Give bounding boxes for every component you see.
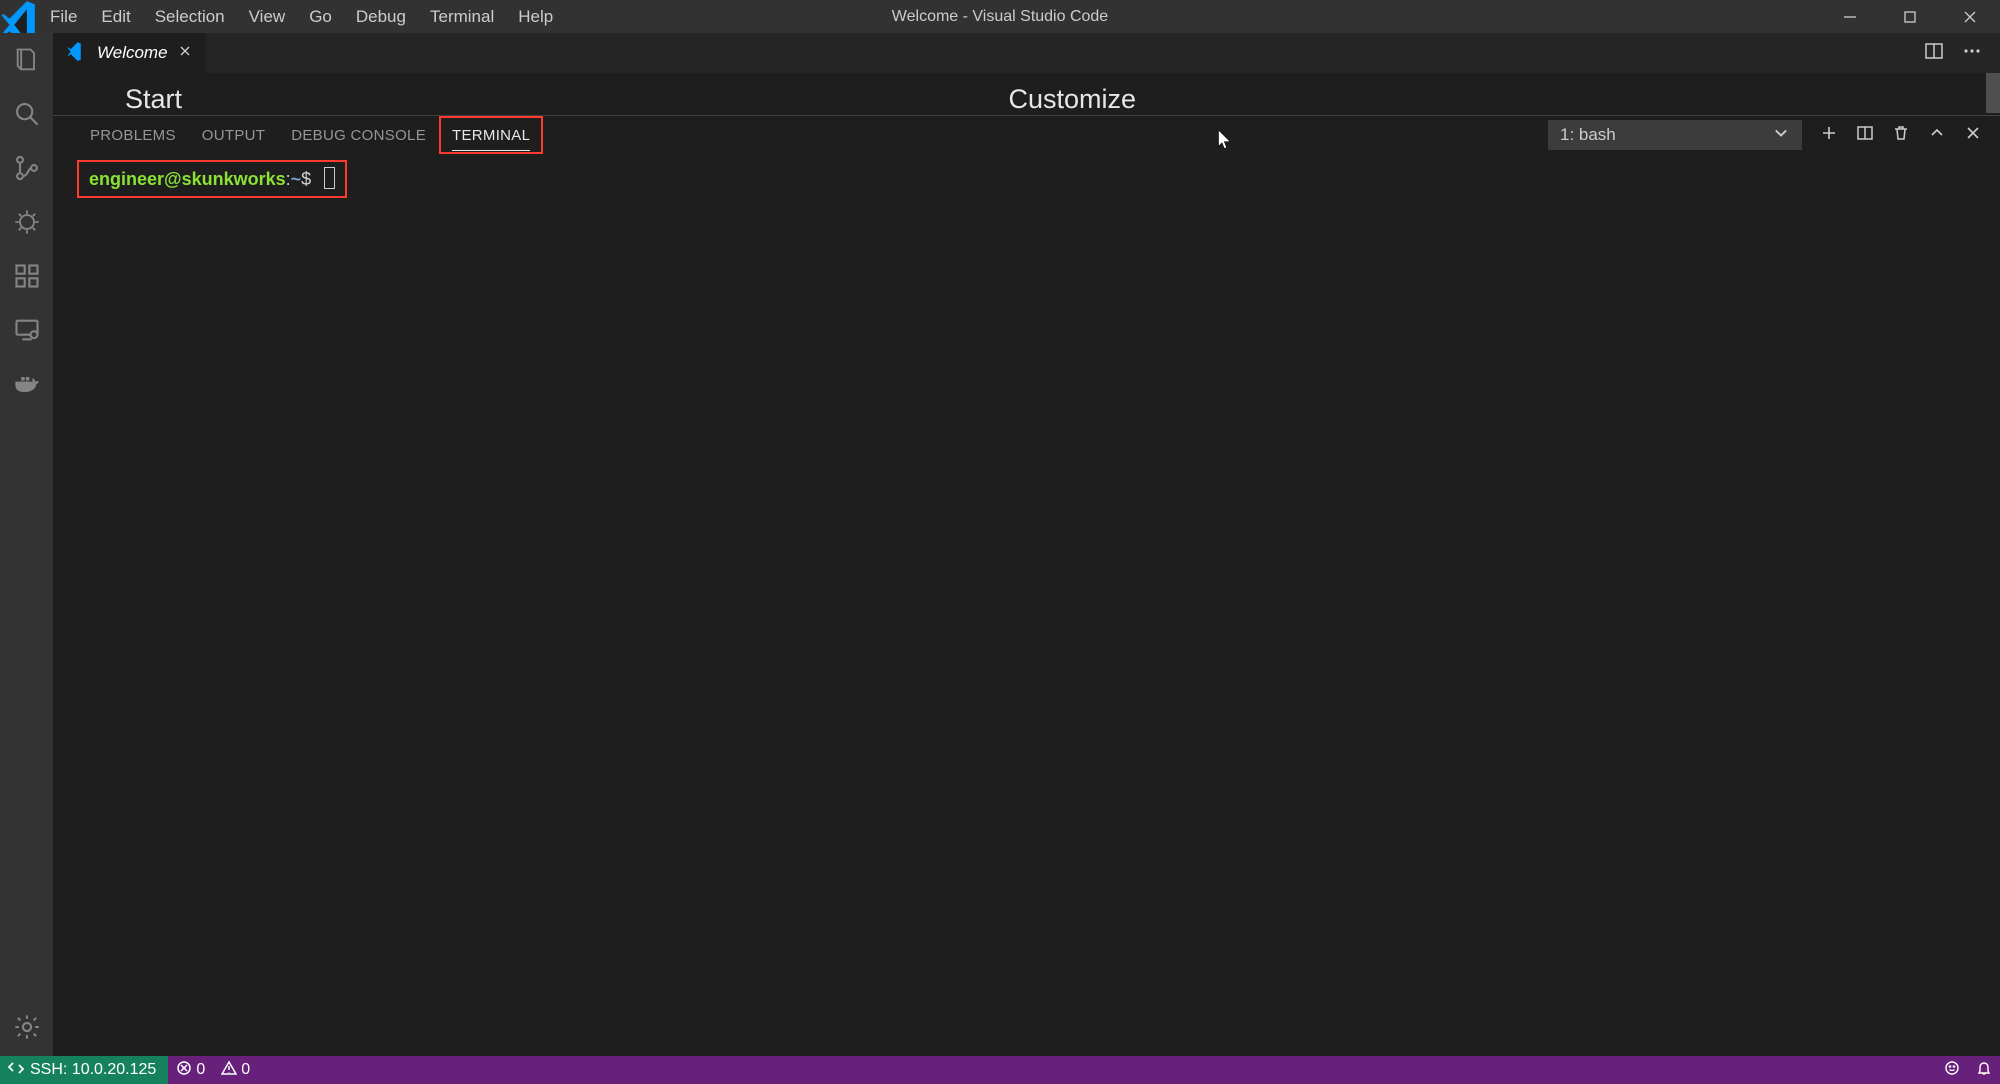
new-terminal-icon[interactable] xyxy=(1820,124,1838,146)
docker-icon[interactable] xyxy=(12,369,42,399)
welcome-start-heading: Start xyxy=(125,84,1008,115)
terminal-cursor xyxy=(324,167,335,189)
split-editor-icon[interactable] xyxy=(1924,41,1944,66)
prompt-dollar: $ xyxy=(301,169,311,189)
terminal-actions: 1: bash xyxy=(1548,120,1982,150)
remote-explorer-icon[interactable] xyxy=(12,315,42,345)
menu-go[interactable]: Go xyxy=(297,0,344,33)
editor-tab-row: Welcome xyxy=(53,33,2000,73)
remote-icon xyxy=(8,1060,24,1081)
prompt-user-host: engineer@skunkworks xyxy=(89,169,286,189)
more-actions-icon[interactable] xyxy=(1962,41,1982,66)
bottom-panel: PROBLEMS OUTPUT DEBUG CONSOLE TERMINAL 1… xyxy=(53,115,2000,1056)
warning-icon xyxy=(221,1060,237,1081)
prompt-path: ~ xyxy=(291,169,302,189)
close-panel-icon[interactable] xyxy=(1964,124,1982,146)
editor-actions xyxy=(1924,33,2000,73)
welcome-page: Start Customize xyxy=(53,73,2000,115)
app-body: Welcome Start Customize PR xyxy=(0,33,2000,1056)
smiley-icon xyxy=(1944,1060,1960,1081)
activity-bar xyxy=(0,33,53,1056)
search-icon[interactable] xyxy=(12,99,42,129)
status-warnings-count: 0 xyxy=(241,1061,250,1079)
minimize-button[interactable] xyxy=(1820,0,1880,33)
settings-gear-icon[interactable] xyxy=(12,1012,42,1042)
explorer-icon[interactable] xyxy=(12,45,42,75)
panel-tab-problems[interactable]: PROBLEMS xyxy=(77,116,189,154)
menu-terminal[interactable]: Terminal xyxy=(418,0,506,33)
terminal-prompt: engineer@skunkworks:~$ xyxy=(77,160,347,198)
status-remote-label: SSH: 10.0.20.125 xyxy=(30,1061,156,1079)
terminal-selector[interactable]: 1: bash xyxy=(1548,120,1802,150)
panel-tab-output[interactable]: OUTPUT xyxy=(189,116,278,154)
kill-terminal-icon[interactable] xyxy=(1892,124,1910,146)
tab-welcome[interactable]: Welcome xyxy=(53,33,206,73)
menu-view[interactable]: View xyxy=(237,0,298,33)
menu-debug[interactable]: Debug xyxy=(344,0,418,33)
vscode-logo-icon xyxy=(0,0,38,36)
panel-tab-terminal[interactable]: TERMINAL xyxy=(439,116,543,154)
menu-bar: File Edit Selection View Go Debug Termin… xyxy=(38,0,565,33)
title-bar: File Edit Selection View Go Debug Termin… xyxy=(0,0,2000,33)
editor-scrollbar[interactable] xyxy=(1986,73,2000,113)
terminal-body[interactable]: engineer@skunkworks:~$ xyxy=(53,154,2000,1056)
status-errors-count: 0 xyxy=(196,1061,205,1079)
editor-area: Welcome Start Customize PR xyxy=(53,33,2000,1056)
error-icon xyxy=(176,1060,192,1081)
window-controls xyxy=(1820,0,2000,33)
source-control-icon[interactable] xyxy=(12,153,42,183)
status-notifications[interactable] xyxy=(1968,1056,2000,1084)
menu-file[interactable]: File xyxy=(38,0,89,33)
debug-icon[interactable] xyxy=(12,207,42,237)
status-remote[interactable]: SSH: 10.0.20.125 xyxy=(0,1056,168,1084)
status-warnings[interactable]: 0 xyxy=(213,1056,258,1084)
terminal-selector-label: 1: bash xyxy=(1560,125,1616,145)
close-window-button[interactable] xyxy=(1940,0,2000,33)
panel-tab-row: PROBLEMS OUTPUT DEBUG CONSOLE TERMINAL 1… xyxy=(53,116,2000,154)
chevron-down-icon xyxy=(1772,124,1790,147)
menu-selection[interactable]: Selection xyxy=(143,0,237,33)
maximize-button[interactable] xyxy=(1880,0,1940,33)
maximize-panel-icon[interactable] xyxy=(1928,124,1946,146)
vscode-tab-icon xyxy=(67,41,87,66)
close-tab-icon[interactable] xyxy=(178,43,192,63)
bell-icon xyxy=(1976,1060,1992,1081)
tab-label: Welcome xyxy=(97,43,168,63)
status-feedback[interactable] xyxy=(1936,1056,1968,1084)
menu-help[interactable]: Help xyxy=(506,0,565,33)
menu-edit[interactable]: Edit xyxy=(89,0,142,33)
welcome-customize-heading: Customize xyxy=(1008,84,1136,115)
status-bar: SSH: 10.0.20.125 0 0 xyxy=(0,1056,2000,1084)
status-errors[interactable]: 0 xyxy=(168,1056,213,1084)
mouse-pointer-icon xyxy=(1218,130,1233,156)
extensions-icon[interactable] xyxy=(12,261,42,291)
split-terminal-icon[interactable] xyxy=(1856,124,1874,146)
panel-tab-debug-console[interactable]: DEBUG CONSOLE xyxy=(278,116,439,154)
